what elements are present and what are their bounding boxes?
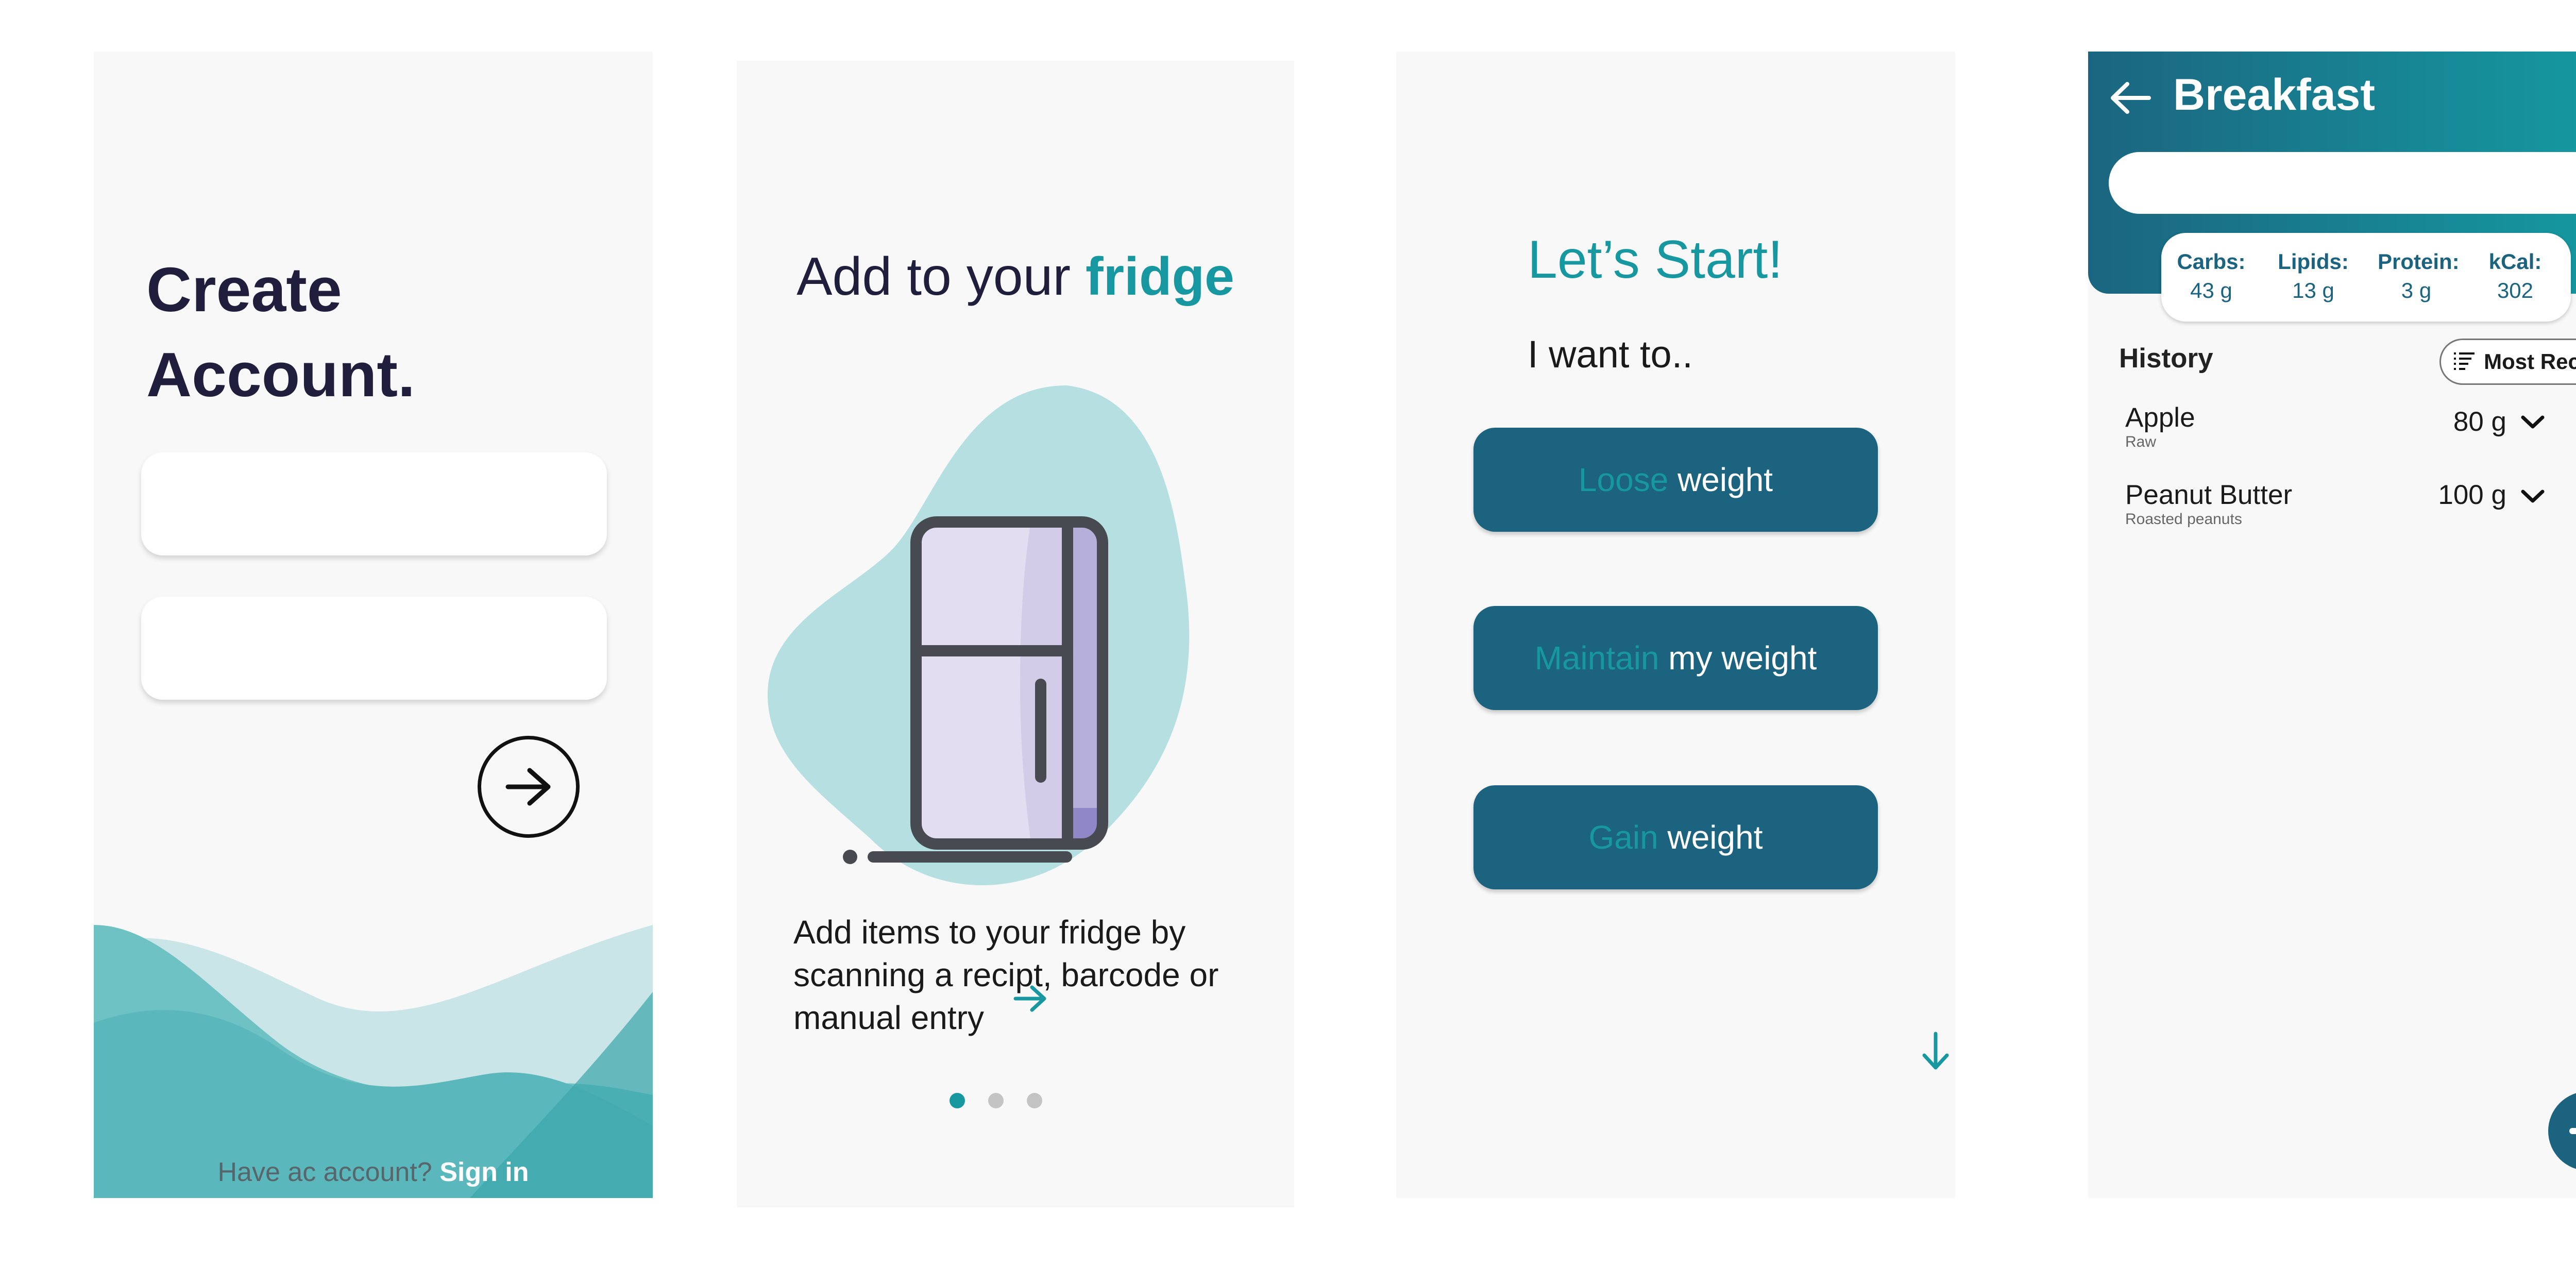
macro-protein: Protein: 3 g [2378, 249, 2460, 302]
history-heading: History [2119, 343, 2213, 374]
search-input[interactable] [2109, 152, 2576, 214]
arrow-right-icon[interactable] [1012, 983, 1048, 1014]
food-variant: Roasted peanuts [2125, 511, 2242, 528]
list-item[interactable]: Apple Raw [2125, 402, 2195, 451]
page-title: Add to your fridge [796, 247, 1234, 307]
page-title: Create Account. [146, 255, 415, 410]
macro-kcal: kCal: 302 [2488, 249, 2542, 302]
fridge-onboarding-screen: Add to your fridge Add items to your fri… [737, 61, 1294, 1207]
gain-weight-button[interactable]: Gain weight [1473, 785, 1878, 889]
page-dot[interactable] [1027, 1093, 1042, 1108]
quantity: 80 g [2453, 407, 2506, 437]
arrow-down-icon[interactable] [1920, 1031, 1951, 1072]
signin-link[interactable]: Sign in [439, 1157, 529, 1187]
title-accent: fridge [1085, 247, 1234, 307]
macro-carbs: Carbs: 43 g [2177, 249, 2246, 302]
chevron-down-icon[interactable] [2520, 413, 2546, 431]
add-item-button[interactable] [2548, 1091, 2576, 1171]
food-name: Peanut Butter [2125, 480, 2293, 510]
lose-weight-button[interactable]: Loose weight [1473, 428, 1878, 532]
sort-list-icon [2454, 352, 2475, 370]
goal-prompt: I want to.. [1528, 333, 1693, 376]
create-account-screen: Create Account. Have ac account? Sign in [94, 52, 653, 1198]
plus-icon [2569, 1128, 2576, 1134]
signin-row: Have ac account? Sign in [94, 1157, 653, 1188]
quantity: 100 g [2438, 480, 2506, 510]
page-dot[interactable] [988, 1093, 1004, 1108]
macro-summary: Carbs: 43 g Lipids: 13 g Protein: 3 g kC… [2161, 233, 2571, 322]
back-arrow-icon[interactable] [2109, 80, 2153, 116]
next-button[interactable] [478, 736, 580, 838]
chevron-down-icon[interactable] [2520, 487, 2546, 505]
maintain-weight-button[interactable]: Maintain my weight [1473, 606, 1878, 710]
list-item[interactable]: Peanut Butter Roasted peanuts [2125, 479, 2292, 528]
meal-log-screen: Breakfast Carbs: 43 g Lipids: 13 g Prote… [2088, 52, 2576, 1198]
description-text: Add items to your fridge by scanning a r… [793, 914, 1219, 1036]
account-field-1[interactable] [141, 452, 607, 555]
page-dot-active[interactable] [950, 1093, 965, 1108]
account-field-2[interactable] [141, 597, 607, 700]
arrow-right-icon [505, 768, 551, 806]
sort-button[interactable]: Most Recent [2439, 339, 2576, 385]
fridge-illustration [768, 385, 1190, 885]
page-title: Breakfast [2173, 70, 2375, 120]
food-variant: Raw [2125, 433, 2157, 450]
goal-selection-screen: Let’s Start! I want to.. Loose weight Ma… [1396, 52, 1955, 1198]
macro-lipids: Lipids: 13 g [2278, 249, 2349, 302]
signin-prompt: Have ac account? [217, 1157, 432, 1187]
food-name: Apple [2125, 402, 2195, 433]
page-title: Let’s Start! [1528, 230, 1783, 290]
